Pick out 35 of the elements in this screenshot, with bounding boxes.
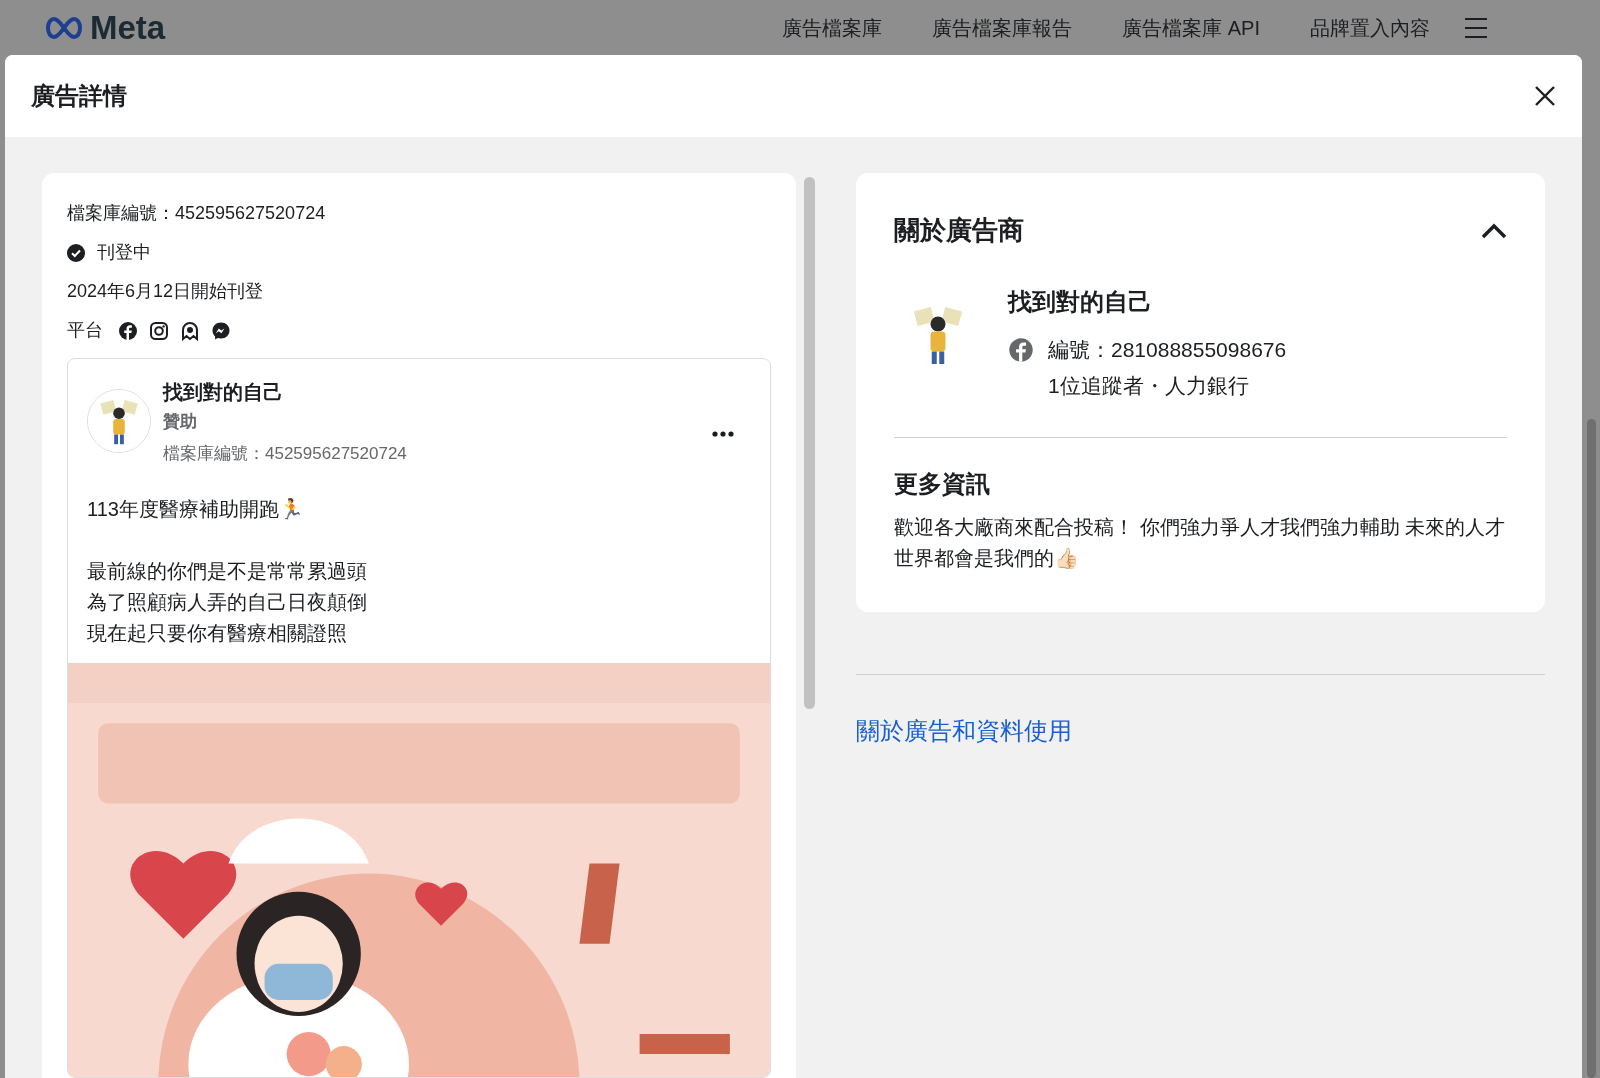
nav-link[interactable]: 品牌置入內容 (1310, 12, 1430, 43)
library-id: 檔案庫編號：452595627520724 (67, 202, 327, 225)
dialog-title: 廣告詳情 (31, 81, 127, 111)
logo-text[interactable]: Meta (90, 11, 166, 44)
close-icon[interactable] (1534, 85, 1556, 107)
instagram-icon (149, 320, 169, 341)
ad-text: 113年度醫療補助開跑🏃 (87, 497, 305, 522)
section-title: 關於廣告商 (894, 214, 1024, 247)
library-id: 檔案庫編號：452595627520724 (163, 442, 408, 465)
page-id: 編號：281088855098676 (1048, 337, 1287, 363)
network-icon (180, 320, 200, 341)
page-scrollbar-thumb[interactable] (1586, 419, 1596, 1078)
ad-text: 現在起只要你有醫療相關證照 (87, 621, 348, 646)
menu-icon[interactable] (1464, 16, 1488, 39)
page-name[interactable]: 找到對的自己 (163, 377, 712, 407)
ad-text: 為了照顧病人弄的自己日夜顛倒 (87, 590, 368, 615)
nav-link[interactable]: 廣告檔案庫 API (1122, 12, 1260, 43)
nav-link[interactable]: 廣告檔案庫 (782, 12, 883, 43)
section-title: 更多資訊 (894, 469, 991, 499)
start-date: 2024年6月12日開始刊登 (67, 280, 265, 303)
sponsored-label: 贊助 (163, 411, 198, 433)
messenger-icon (211, 320, 231, 341)
facebook-icon (1008, 336, 1034, 363)
page-details: 1位追蹤者・人力銀行 (1048, 372, 1250, 399)
chevron-up-icon[interactable] (1481, 222, 1507, 239)
description-text: 歡迎各大廠商來配合投稿！ 你們強力爭人才我們強力輔助 未來的人才世界都會是我們的👍🏻 (894, 515, 1507, 571)
ad-text: 最前線的你們是不是常常累過頭 (87, 559, 368, 584)
advertiser-name: 找到對的自己 (1008, 287, 1153, 317)
scrollbar-thumb[interactable] (803, 177, 815, 709)
facebook-icon (118, 320, 138, 341)
platform-label: 平台 (67, 319, 103, 342)
status-text: 刊登中 (97, 241, 151, 264)
more-icon[interactable] (712, 431, 734, 437)
nav-link[interactable]: 廣告檔案庫報告 (932, 12, 1073, 43)
data-use-link[interactable]: 關於廣告和資料使用 (856, 713, 1545, 749)
